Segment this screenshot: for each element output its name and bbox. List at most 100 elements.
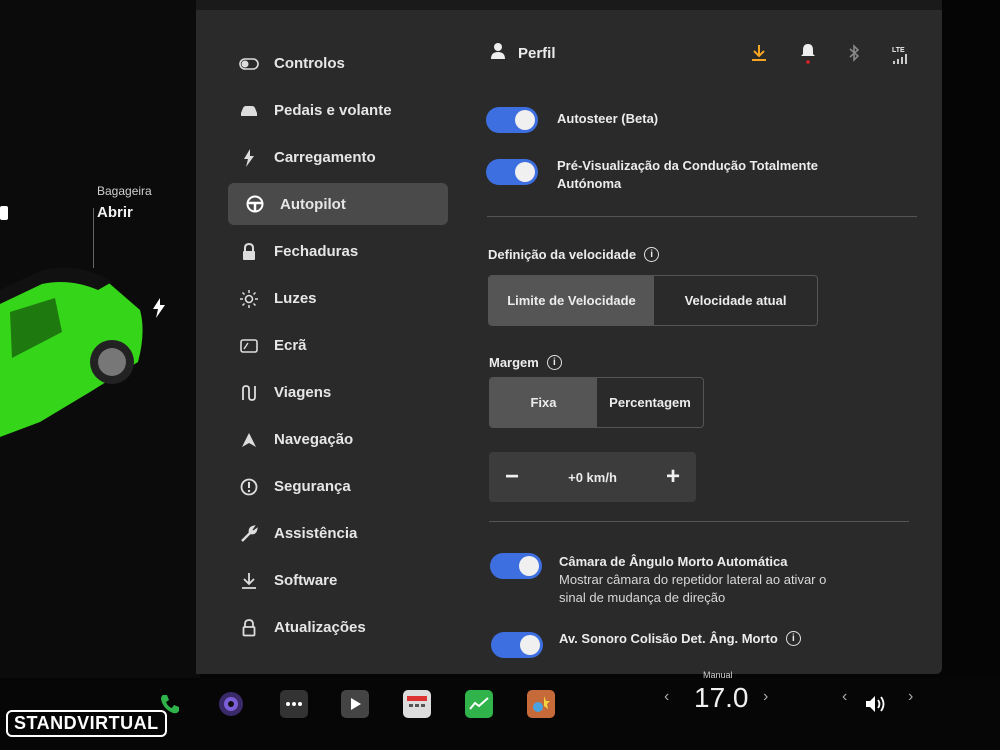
energy-graph-icon[interactable] (465, 690, 493, 718)
temp-decrease-chevron-icon[interactable]: ‹ (664, 688, 669, 706)
sidebar-item-label: Autopilot (280, 195, 346, 213)
toggle-knob (515, 110, 535, 130)
trunk-control[interactable]: Bagageira Abrir (97, 184, 152, 221)
temp-increase-chevron-icon[interactable]: › (763, 688, 768, 706)
trips-icon (238, 384, 260, 402)
sidebar-item-navegacao[interactable]: Navegação (222, 416, 452, 463)
sidebar-item-atualizacoes[interactable]: Atualizações (222, 604, 452, 651)
info-icon[interactable]: i (644, 247, 660, 262)
blindspot-camera-toggle[interactable] (490, 553, 542, 579)
info-icon[interactable]: i (785, 631, 801, 646)
sidebar-item-pedais[interactable]: Pedais e volante (222, 87, 452, 134)
car-icon (238, 102, 260, 120)
bell-icon[interactable] (800, 42, 816, 69)
decrease-button[interactable]: − (501, 463, 523, 491)
sidebar-item-label: Luzes (274, 290, 317, 307)
sidebar-item-seguranca[interactable]: Segurança (222, 463, 452, 510)
blindspot-chime-label: Av. Sonoro Colisão Det. Âng. Morto (559, 631, 778, 646)
increase-button[interactable]: + (662, 463, 684, 491)
volume-increase-chevron-icon[interactable]: › (908, 688, 913, 706)
blindspot-chime-toggle[interactable] (491, 632, 543, 658)
fsd-preview-label: Pré-Visualização da Condução Totalmente … (557, 158, 819, 191)
media-player-icon[interactable] (341, 690, 369, 718)
sidebar-item-label: Pedais e volante (274, 102, 392, 119)
sidebar-item-label: Carregamento (274, 149, 376, 166)
sidebar-item-luzes[interactable]: Luzes (222, 275, 452, 322)
percentage-option[interactable]: Percentagem (597, 378, 703, 427)
charge-port-bolt-icon[interactable] (152, 298, 166, 323)
sidebar-item-ecra[interactable]: Ecrã (222, 322, 452, 369)
profile-label: Perfil (518, 45, 556, 62)
speed-mode-selector: Limite de Velocidade Velocidade atual (488, 275, 818, 326)
bluetooth-icon[interactable] (848, 44, 860, 67)
current-speed-option[interactable]: Velocidade atual (654, 276, 817, 325)
lte-signal-icon: LTE (892, 47, 910, 64)
wrench-icon (238, 524, 260, 543)
fsd-preview-toggle[interactable] (486, 159, 538, 185)
steering-wheel-icon (244, 195, 266, 213)
profile-header[interactable]: Perfil (490, 42, 556, 65)
sidebar-item-label: Assistência (274, 525, 358, 542)
sidebar-item-label: Navegação (274, 431, 354, 448)
autosteer-label: Autosteer (Beta) (557, 111, 659, 126)
sidebar-item-label: Fechaduras (274, 243, 359, 260)
car-image (0, 267, 143, 437)
toggle-knob (520, 635, 540, 655)
sidebar-item-autopilot[interactable]: Autopilot (228, 183, 448, 225)
navigation-arrow-icon (238, 431, 260, 449)
info-icon[interactable]: i (546, 355, 562, 370)
watermark-logo: STANDVIRTUAL (6, 710, 167, 737)
sidebar-item-label: Ecrã (274, 337, 307, 354)
margin-title: Margem i (489, 355, 562, 370)
person-icon (490, 42, 506, 65)
toggle-knob (519, 556, 539, 576)
frunk-indicator[interactable] (0, 206, 8, 220)
lock-icon (238, 242, 260, 261)
autosteer-toggle[interactable] (486, 107, 538, 133)
more-apps-icon[interactable] (280, 690, 308, 718)
camera-icon[interactable] (217, 690, 245, 718)
blindspot-camera-description-line2: sinal de mudança de direção (559, 590, 726, 605)
margin-label: Margem (489, 355, 539, 370)
sidebar-item-label: Segurança (274, 478, 351, 495)
blindspot-camera-label: Câmara de Ângulo Morto Automática (559, 554, 788, 569)
network-type-label: LTE (892, 47, 905, 54)
speed-offset-stepper: − +0 km/h + (489, 452, 696, 502)
volume-decrease-chevron-icon[interactable]: ‹ (842, 688, 847, 706)
speed-setting-label: Definição da velocidade (488, 247, 637, 262)
sun-icon (238, 289, 260, 308)
volume-icon[interactable] (862, 690, 890, 718)
speed-limit-option[interactable]: Limite de Velocidade (489, 276, 654, 325)
calendar-icon[interactable] (403, 690, 431, 718)
sidebar-item-label: Atualizações (274, 619, 366, 636)
download-update-icon[interactable] (750, 44, 768, 67)
blindspot-camera-description-line1: Mostrar câmara do repetidor lateral ao a… (559, 572, 827, 587)
section-divider (489, 521, 909, 522)
header-status-icons: LTE (750, 42, 910, 69)
sidebar-item-carregamento[interactable]: Carregamento (222, 134, 452, 181)
sidebar-item-label: Software (274, 572, 338, 589)
trunk-label: Bagageira (97, 184, 152, 198)
alert-circle-icon (238, 478, 260, 496)
toggle-knob (515, 162, 535, 182)
speed-offset-value: +0 km/h (568, 469, 617, 485)
sidebar-item-viagens[interactable]: Viagens (222, 369, 452, 416)
trunk-open-action[interactable]: Abrir (97, 204, 152, 221)
margin-mode-selector: Fixa Percentagem (489, 377, 704, 428)
lock-outline-icon (238, 618, 260, 637)
car-panel: Bagageira Abrir (0, 0, 200, 680)
climate-mode-label: Manual (703, 670, 733, 680)
sidebar-item-assistencia[interactable]: Assistência (222, 510, 452, 557)
section-divider (487, 216, 917, 217)
settings-sidebar: Controlos Pedais e volante Carregamento … (222, 40, 452, 651)
sidebar-item-fechaduras[interactable]: Fechaduras (222, 228, 452, 275)
trunk-pointer-line (93, 208, 94, 268)
fixed-option[interactable]: Fixa (490, 378, 597, 427)
sidebar-item-software[interactable]: Software (222, 557, 452, 604)
speed-setting-title: Definição da velocidade i (488, 247, 660, 262)
sidebar-item-label: Controlos (274, 55, 345, 72)
sidebar-item-label: Viagens (274, 384, 332, 401)
cabin-temperature[interactable]: 17.0 (694, 682, 749, 714)
toybox-icon[interactable] (527, 690, 555, 718)
sidebar-item-controlos[interactable]: Controlos (222, 40, 452, 87)
